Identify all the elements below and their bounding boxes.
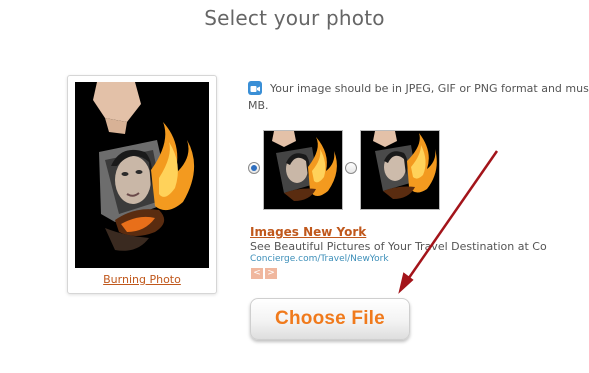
- ad-url-link[interactable]: Concierge.com/Travel/NewYork: [250, 254, 389, 264]
- effect-thumbnail-2[interactable]: [360, 130, 440, 210]
- format-note: Your image should be in JPEG, GIF or PNG…: [248, 80, 589, 114]
- ad-prev-button[interactable]: <: [251, 268, 263, 279]
- effect-thumbnail-1[interactable]: [263, 130, 343, 210]
- video-icon: [248, 81, 262, 95]
- ad-title-link[interactable]: Images New York: [250, 225, 366, 239]
- ad-description: See Beautiful Pictures of Your Travel De…: [250, 240, 547, 253]
- ad-next-button[interactable]: >: [265, 268, 277, 279]
- format-note-text-line2: MB.: [248, 99, 269, 112]
- effect-radio-1[interactable]: [248, 162, 260, 174]
- preview-card: Burning Photo: [67, 75, 217, 294]
- effect-radio-2[interactable]: [345, 162, 357, 174]
- choose-file-button[interactable]: Choose File: [250, 298, 410, 340]
- format-note-text: Your image should be in JPEG, GIF or PNG…: [270, 82, 589, 95]
- preview-image: [75, 82, 209, 268]
- page-title: Select your photo: [204, 6, 385, 30]
- preview-caption-link[interactable]: Burning Photo: [68, 273, 216, 286]
